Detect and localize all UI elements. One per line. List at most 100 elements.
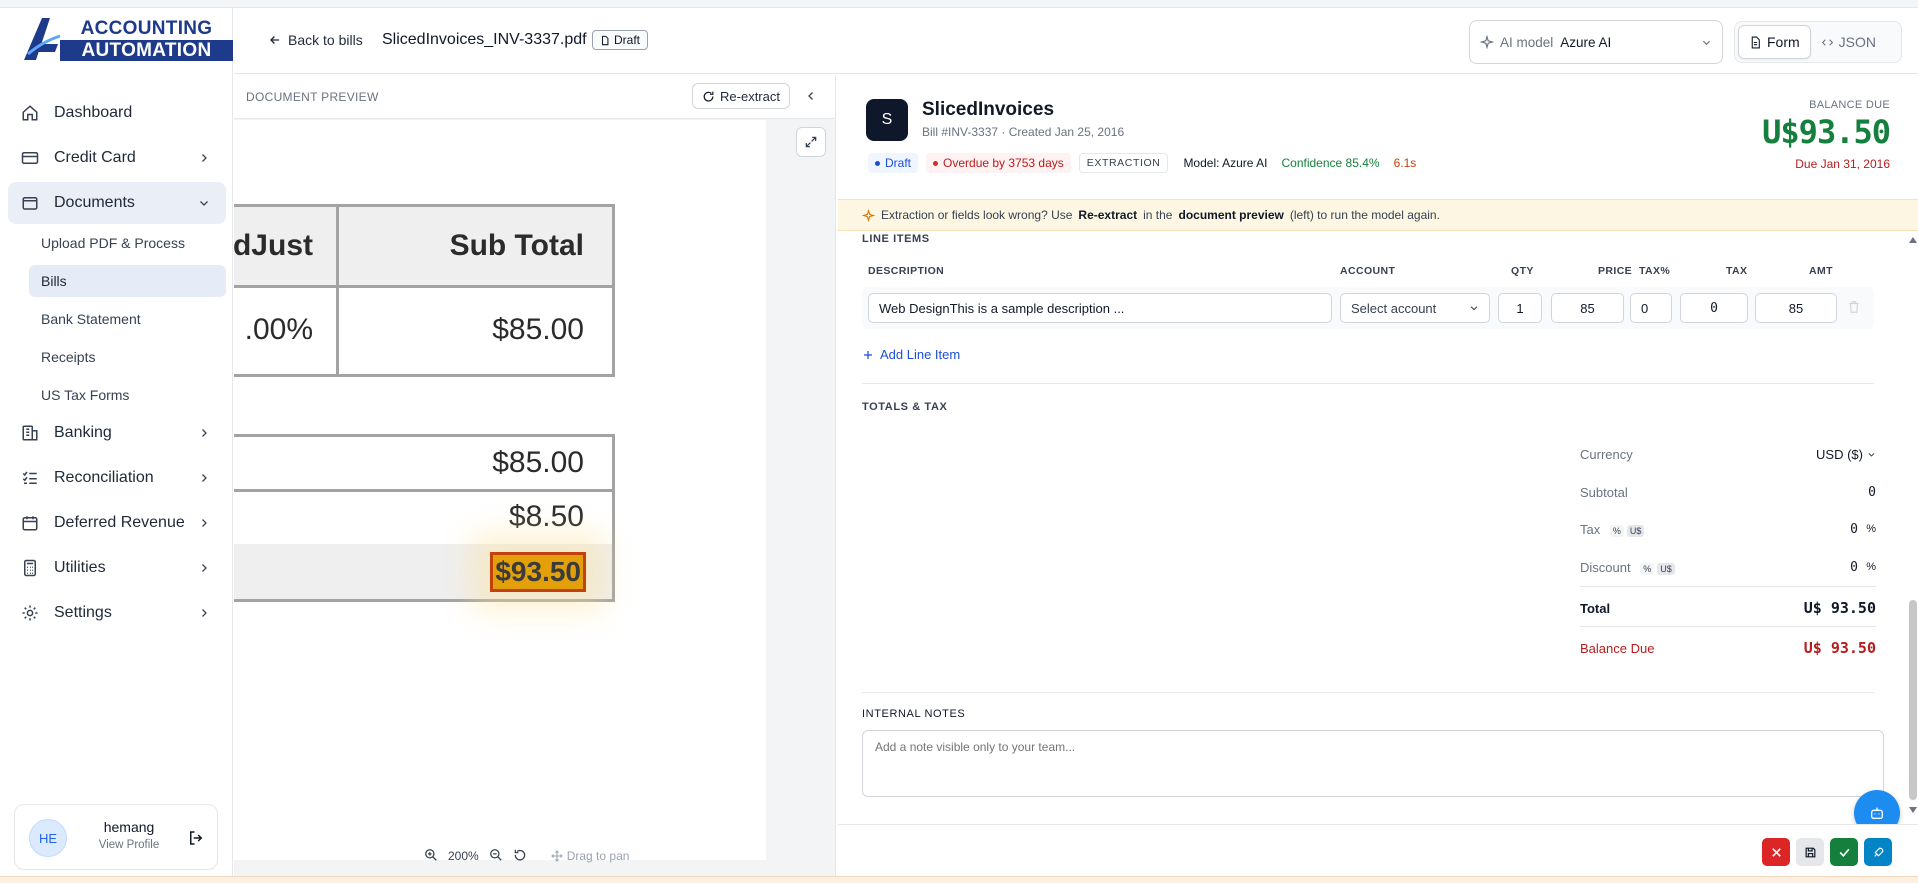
sidebar-item-deferred-revenue[interactable]: Deferred Revenue (8, 502, 226, 544)
credit-card-icon (20, 148, 40, 168)
tax-percent-toggle[interactable]: % (1609, 525, 1624, 537)
zoom-out-icon[interactable] (489, 848, 503, 865)
col-description: DESCRIPTION (868, 265, 945, 277)
publish-button[interactable] (1864, 838, 1892, 866)
collapse-preview-button[interactable] (800, 85, 822, 107)
profile-card: HE hemang View Profile (14, 804, 218, 870)
account-select-value: Select account (1351, 300, 1437, 316)
preview-title: DOCUMENT PREVIEW (246, 90, 379, 104)
internal-notes-input[interactable] (862, 730, 1884, 797)
re-extract-notice: Extraction or fields look wrong? Use Re-… (838, 199, 1918, 231)
approve-button[interactable] (1830, 838, 1858, 866)
expand-preview-button[interactable] (796, 127, 826, 157)
chevron-down-icon (1702, 40, 1711, 45)
col-amt: AMT (1809, 265, 1833, 277)
logo-text-top: ACCOUNTING (80, 18, 213, 39)
chevron-right-icon (192, 601, 216, 625)
sidebar-item-label: Settings (54, 604, 112, 621)
sidebar-subitem-upload[interactable]: Upload PDF & Process (29, 227, 226, 259)
avatar[interactable]: HE (29, 819, 67, 857)
chevron-right-icon (192, 146, 216, 170)
totals-heading: TOTALS & TAX (862, 401, 948, 413)
sidebar-item-dashboard[interactable]: Dashboard (8, 92, 226, 134)
discard-button[interactable] (1762, 838, 1790, 866)
trash-icon[interactable] (1847, 299, 1863, 317)
doc-adjust-header: dJust (234, 204, 337, 288)
amount-input[interactable]: 85 (1755, 293, 1837, 323)
sidebar-subitem-bills[interactable]: Bills (29, 265, 226, 297)
ai-model-select[interactable]: AI model Azure AI (1469, 20, 1723, 64)
checklist-icon (20, 468, 40, 488)
tax-row-label: Tax % U$ (1580, 522, 1645, 537)
sidebar-item-settings[interactable]: Settings (8, 592, 226, 634)
price-input[interactable]: 85 (1551, 293, 1624, 323)
sidebar-subitem-bank-statement[interactable]: Bank Statement (29, 303, 226, 335)
sidebar-subitem-receipts[interactable]: Receipts (29, 341, 226, 373)
currency-select[interactable]: USD ($) (1816, 447, 1876, 462)
notice-text-1: Extraction or fields look wrong? Use (881, 208, 1073, 222)
doc-sum-total-highlight[interactable]: $93.50 (490, 551, 586, 592)
zoom-in-icon[interactable] (424, 848, 438, 865)
bill-detail-panel: S SlicedInvoices Bill #INV-3337 · Create… (838, 75, 1918, 876)
divider (862, 692, 1874, 693)
discount-unit: % (1866, 561, 1876, 573)
line-description-input[interactable]: Web DesignThis is a sample description .… (868, 293, 1332, 323)
logo-text-bottom: AUTOMATION (60, 40, 233, 61)
model-info: Model: Azure AI (1183, 156, 1268, 170)
re-extract-button[interactable]: Re-extract (692, 83, 790, 109)
back-label: Back to bills (288, 32, 363, 48)
logo-mark-icon (24, 18, 61, 60)
logout-icon[interactable] (183, 825, 209, 851)
tab-form[interactable]: Form (1738, 25, 1811, 59)
ai-model-value: Azure AI (1560, 34, 1612, 50)
chevron-right-icon (192, 466, 216, 490)
col-account: ACCOUNT (1340, 265, 1396, 277)
status-dot-icon (933, 160, 939, 166)
drag-hint-label: Drag to pan (566, 849, 630, 863)
add-line-item-button[interactable]: Add Line Item (862, 347, 960, 362)
save-draft-button[interactable] (1796, 838, 1824, 866)
line-items-heading: LINE ITEMS (862, 233, 930, 245)
view-profile-link[interactable]: View Profile (73, 839, 185, 851)
draft-badge: Draft (868, 153, 919, 173)
sidebar-item-documents[interactable]: Documents (8, 182, 226, 224)
qty-input[interactable]: 1 (1498, 293, 1542, 323)
doc-row-subtotal: $85.00 (336, 285, 615, 377)
tax-value[interactable]: 0 (1850, 522, 1858, 537)
calculator-icon (20, 558, 40, 578)
sidebar-item-label: Credit Card (54, 149, 136, 166)
balance-due-row-value: U$ 93.50 (1803, 639, 1876, 657)
doc-sum-subtotal: $85.00 (234, 434, 615, 492)
account-select[interactable]: Select account (1340, 293, 1490, 323)
sidebar-item-utilities[interactable]: Utilities (8, 547, 226, 589)
tax-amount-toggle[interactable]: U$ (1626, 525, 1645, 537)
scrollbar[interactable] (1908, 235, 1918, 815)
sidebar-item-reconciliation[interactable]: Reconciliation (8, 457, 226, 499)
col-tax-pct: TAX% (1639, 265, 1671, 277)
re-extract-label: Re-extract (720, 88, 780, 104)
extraction-time: 6.1s (1393, 156, 1417, 170)
reset-zoom-icon[interactable] (513, 848, 527, 865)
discount-percent-toggle[interactable]: % (1640, 563, 1655, 575)
balance-due-label: BALANCE DUE (1809, 99, 1890, 111)
tab-json[interactable]: JSON (1811, 25, 1886, 59)
gear-icon (20, 603, 40, 623)
overdue-badge: Overdue by 3753 days (926, 153, 1071, 173)
sidebar-item-banking[interactable]: Banking (8, 412, 226, 454)
tax-pct-input[interactable]: 0 (1630, 293, 1672, 323)
discount-amount-toggle[interactable]: U$ (1657, 563, 1675, 575)
arrow-left-icon (270, 36, 280, 44)
tax-input[interactable]: 0 (1680, 293, 1748, 323)
bill-header: S SlicedInvoices Bill #INV-3337 · Create… (838, 75, 1918, 198)
zoom-controls: 200% Drag to pan (424, 845, 629, 867)
app-logo[interactable]: ACCOUNTING AUTOMATION (22, 14, 233, 62)
form-icon (1751, 36, 1760, 48)
back-to-bills-link[interactable]: Back to bills (268, 32, 363, 48)
doc-sum-total-row: $93.50 (234, 544, 615, 602)
discount-value[interactable]: 0 (1850, 560, 1858, 575)
sidebar-item-credit-card[interactable]: Credit Card (8, 137, 226, 179)
document-canvas[interactable]: dJust Sub Total .00% $85.00 $85.00 $8.50… (234, 120, 766, 860)
chevron-right-icon (192, 421, 216, 445)
tax-label: Tax (1580, 522, 1601, 537)
sidebar-subitem-tax-forms[interactable]: US Tax Forms (29, 379, 226, 411)
